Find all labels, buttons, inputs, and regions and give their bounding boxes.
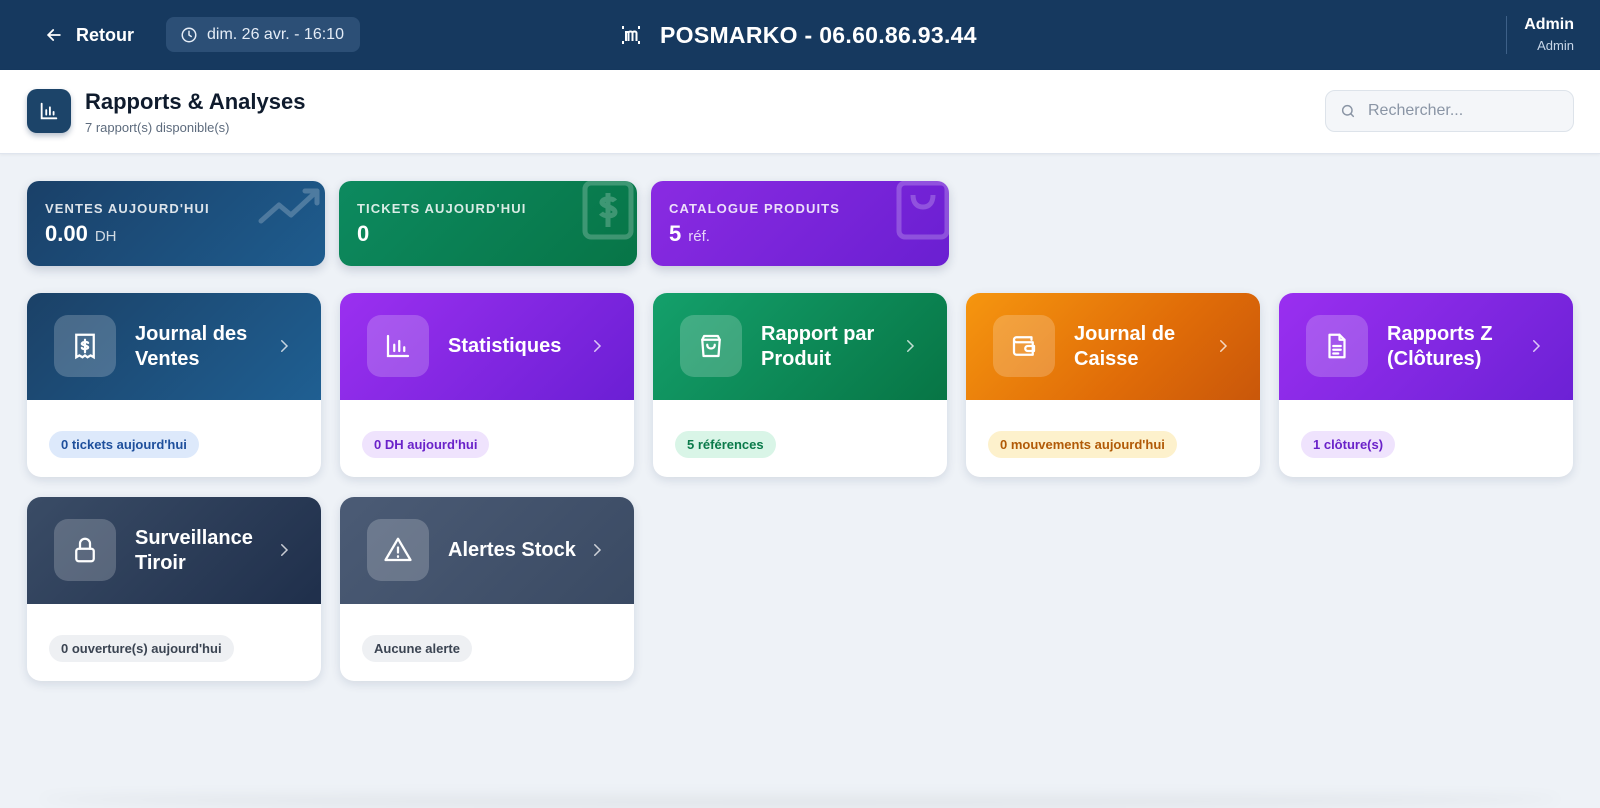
- report-title: Statistiques: [448, 335, 562, 357]
- report-card-cash-journal[interactable]: Journal de Caisse 0 mouvements aujourd'h…: [966, 293, 1260, 477]
- chevron-right-icon: [281, 340, 289, 352]
- report-badge: Aucune alerte: [362, 635, 472, 662]
- warning-triangle-icon: [384, 537, 412, 562]
- bar-chart-icon: [386, 334, 410, 358]
- stat-label: VENTES AUJOURD'HUI: [45, 201, 210, 216]
- chevron-right-icon: [1533, 340, 1541, 352]
- back-label: Retour: [76, 24, 134, 45]
- top-bar: Retour dim. 26 avr. - 16:10 POSMARKO - 0…: [0, 0, 1600, 70]
- report-title: Rapports Z (Clôtures): [1387, 322, 1493, 370]
- report-badge: 0 tickets aujourd'hui: [49, 431, 199, 458]
- report-card-statistics[interactable]: Statistiques 0 DH aujourd'hui: [340, 293, 634, 477]
- search-icon: [1341, 104, 1355, 118]
- topbar-divider: [1506, 16, 1507, 54]
- user-name: Admin: [1524, 16, 1574, 33]
- bottom-shadow: [40, 790, 1560, 808]
- stat-unit: DH: [94, 228, 117, 245]
- report-card-header: Rapports Z (Clôtures): [1279, 293, 1573, 400]
- chevron-right-icon: [594, 340, 602, 352]
- report-card-product-report[interactable]: Rapport par Produit 5 références: [653, 293, 947, 477]
- stat-card-catalog: CATALOGUE PRODUITS 5 réf.: [651, 181, 949, 266]
- lock-icon: [75, 537, 95, 563]
- brand: POSMARKO - 06.60.86.93.44: [620, 20, 977, 50]
- report-card-header: Statistiques: [340, 293, 634, 400]
- report-icon-box: [367, 315, 429, 377]
- report-icon-box: [680, 315, 742, 377]
- shopping-bag-icon: [701, 334, 721, 358]
- report-icon-box: [54, 519, 116, 581]
- brand-logo-icon: [622, 26, 640, 44]
- report-card-sales-journal[interactable]: Journal des Ventes 0 tickets aujourd'hui: [27, 293, 321, 477]
- bar-chart-icon: [40, 102, 58, 120]
- chevron-right-icon: [1220, 340, 1228, 352]
- user-menu[interactable]: Admin Admin: [1524, 16, 1574, 53]
- stat-value: 0: [357, 221, 370, 246]
- reports-header-icon: [27, 89, 71, 133]
- stat-card-sales: VENTES AUJOURD'HUI 0.00 DH: [27, 181, 325, 266]
- stat-unit: réf.: [688, 228, 710, 245]
- chevron-right-icon: [594, 544, 602, 556]
- report-icon-box: [1306, 315, 1368, 377]
- stat-label: TICKETS AUJOURD'HUI: [357, 201, 527, 216]
- search-input[interactable]: [1368, 102, 1558, 120]
- search-box[interactable]: [1325, 90, 1574, 132]
- report-badge: 0 mouvements aujourd'hui: [988, 431, 1177, 458]
- report-card-header: Alertes Stock: [340, 497, 634, 604]
- brand-title: POSMARKO - 06.60.86.93.44: [660, 21, 977, 48]
- report-card-header: Journal des Ventes: [27, 293, 321, 400]
- user-role: Admin: [1537, 38, 1574, 53]
- shopping-bag-icon: [896, 181, 949, 240]
- report-badge: 5 références: [675, 431, 776, 458]
- back-button[interactable]: Retour: [44, 20, 134, 50]
- chevron-right-icon: [907, 340, 915, 352]
- datetime-text: dim. 26 avr. - 16:10: [207, 25, 344, 43]
- document-icon: [1328, 333, 1346, 359]
- stat-label: CATALOGUE PRODUITS: [669, 201, 840, 216]
- stat-value: 0.00: [45, 221, 88, 246]
- report-badge: 0 ouverture(s) aujourd'hui: [49, 635, 234, 662]
- report-title: Journal de Caisse: [1074, 322, 1176, 370]
- receipt-dollar-icon: [582, 181, 634, 240]
- page-title: Rapports & Analyses: [85, 89, 306, 114]
- report-icon-box: [54, 315, 116, 377]
- page-subtitle: 7 rapport(s) disponible(s): [85, 120, 230, 135]
- report-title: Alertes Stock: [448, 539, 576, 561]
- report-badge: 1 clôture(s): [1301, 431, 1396, 458]
- stat-card-tickets: TICKETS AUJOURD'HUI 0: [339, 181, 637, 266]
- report-card-header: Journal de Caisse: [966, 293, 1260, 400]
- report-title: Surveillance Tiroir: [135, 526, 253, 574]
- clock-icon: [181, 27, 197, 42]
- report-icon-box: [367, 519, 429, 581]
- report-card-header: Surveillance Tiroir: [27, 497, 321, 604]
- report-card-stock-alerts[interactable]: Alertes Stock Aucune alerte: [340, 497, 634, 681]
- report-title: Journal des Ventes: [135, 322, 248, 370]
- arrow-left-icon: [47, 29, 61, 41]
- report-card-z-reports[interactable]: Rapports Z (Clôtures) 1 clôture(s): [1279, 293, 1573, 477]
- page-header: Rapports & Analyses 7 rapport(s) disponi…: [0, 70, 1600, 154]
- stat-value: 5: [669, 221, 682, 246]
- chevron-right-icon: [281, 544, 289, 556]
- report-card-drawer-monitoring[interactable]: Surveillance Tiroir 0 ouverture(s) aujou…: [27, 497, 321, 681]
- report-icon-box: [993, 315, 1055, 377]
- datetime-pill: dim. 26 avr. - 16:10: [166, 17, 360, 52]
- report-card-header: Rapport par Produit: [653, 293, 947, 400]
- trend-up-icon: [258, 188, 320, 224]
- report-title: Rapport par Produit: [761, 322, 875, 370]
- receipt-dollar-icon: [75, 333, 95, 360]
- wallet-icon: [1012, 336, 1036, 356]
- report-badge: 0 DH aujourd'hui: [362, 431, 490, 458]
